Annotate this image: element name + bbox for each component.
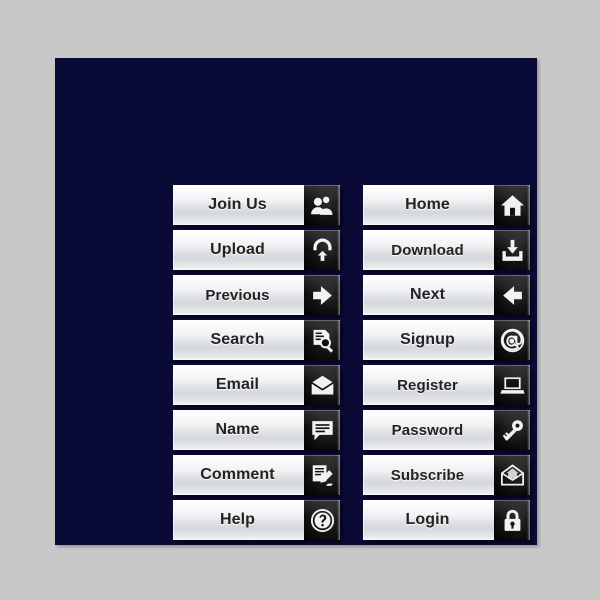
button-help[interactable]: Help — [173, 500, 340, 540]
button-login[interactable]: Login — [363, 500, 530, 540]
button-face: Password — [363, 410, 494, 450]
button-name[interactable]: Name — [173, 410, 340, 450]
button-label: Next — [409, 286, 446, 303]
button-label: Previous — [205, 286, 270, 304]
button-upload[interactable]: Upload — [173, 230, 340, 270]
button-face: Next — [363, 275, 494, 315]
button-face: Home — [363, 185, 494, 225]
button-next[interactable]: Next — [363, 275, 530, 315]
button-join-us[interactable]: Join Us — [173, 185, 340, 225]
button-grid: Join Us Upload Previous Search Email Name Comm… — [173, 185, 530, 540]
button-label: Name — [215, 421, 260, 438]
navy-panel: Join Us Upload Previous Search Email Name Comm… — [55, 58, 537, 545]
document-magnifier-icon — [304, 320, 340, 360]
button-search[interactable]: Search — [173, 320, 340, 360]
button-face: Download — [363, 230, 494, 270]
left-column: Join Us Upload Previous Search Email Name Comm… — [173, 185, 340, 540]
button-subscribe[interactable]: Subscribe — [363, 455, 530, 495]
button-label: Email — [215, 376, 260, 393]
button-label: Search — [210, 331, 265, 348]
notepad-pencil-icon — [304, 455, 340, 495]
download-arrow-icon — [494, 230, 530, 270]
button-label: Home — [405, 196, 450, 213]
button-password[interactable]: Password — [363, 410, 530, 450]
button-home[interactable]: Home — [363, 185, 530, 225]
button-label: Help — [219, 511, 256, 528]
button-comment[interactable]: Comment — [173, 455, 340, 495]
button-label: Subscribe — [390, 466, 465, 484]
screenshot-canvas: Join Us Upload Previous Search Email Name Comm… — [0, 0, 600, 600]
button-face: Join Us — [173, 185, 304, 225]
key-icon — [494, 410, 530, 450]
button-download[interactable]: Download — [363, 230, 530, 270]
button-face: Register — [363, 365, 494, 405]
button-face: Comment — [173, 455, 304, 495]
envelope-icon — [304, 365, 340, 405]
button-label: Comment — [200, 466, 275, 483]
button-label: Upload — [210, 241, 265, 258]
button-label: Password — [391, 421, 464, 439]
envelope-home-icon — [494, 455, 530, 495]
users-icon — [304, 185, 340, 225]
button-previous[interactable]: Previous — [173, 275, 340, 315]
button-face: Subscribe — [363, 455, 494, 495]
button-face: Name — [173, 410, 304, 450]
button-face: Help — [173, 500, 304, 540]
button-label: Signup — [400, 331, 455, 348]
house-icon — [494, 185, 530, 225]
arrow-right-icon — [494, 275, 530, 315]
at-sign-icon — [494, 320, 530, 360]
button-register[interactable]: Register — [363, 365, 530, 405]
button-face: Login — [363, 500, 494, 540]
button-email[interactable]: Email — [173, 365, 340, 405]
laptop-icon — [494, 365, 530, 405]
right-column: Home Download Next Signup Register Password Su… — [363, 185, 530, 540]
upload-arrow-icon — [304, 230, 340, 270]
button-face: Email — [173, 365, 304, 405]
padlock-icon — [494, 500, 530, 540]
button-face: Previous — [173, 275, 304, 315]
question-circle-icon — [304, 500, 340, 540]
button-face: Search — [173, 320, 304, 360]
speech-bubble-icon — [304, 410, 340, 450]
button-signup[interactable]: Signup — [363, 320, 530, 360]
button-label: Login — [405, 511, 450, 528]
button-label: Register — [397, 376, 458, 394]
button-face: Upload — [173, 230, 304, 270]
button-face: Signup — [363, 320, 494, 360]
arrow-left-icon — [304, 275, 340, 315]
button-label: Download — [391, 241, 464, 259]
button-label: Join Us — [208, 196, 267, 213]
